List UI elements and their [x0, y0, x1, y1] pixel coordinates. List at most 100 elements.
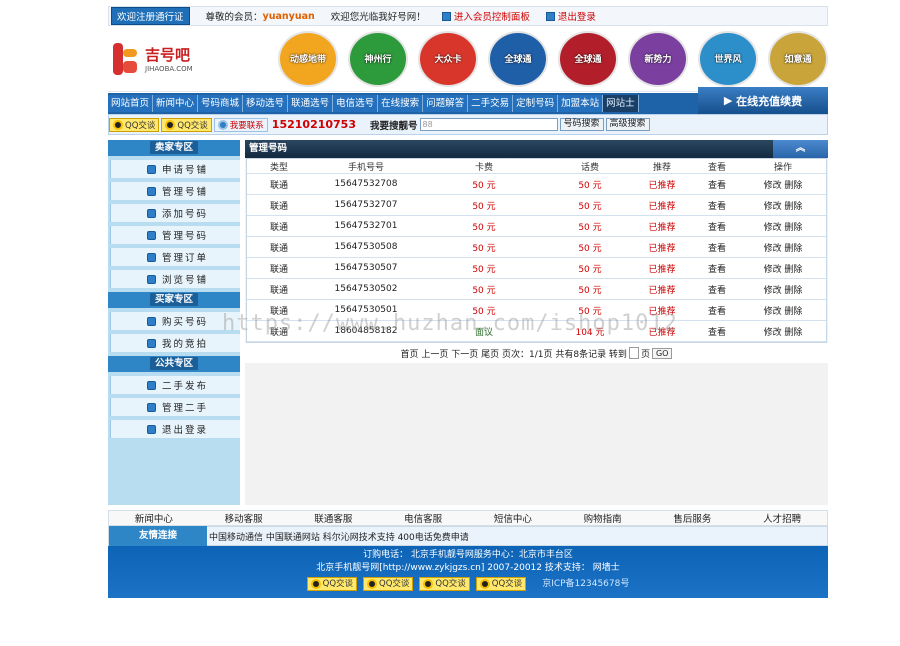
qq-chat-button[interactable]: QQ交谈 — [161, 117, 212, 132]
cell-recommend: 已推荐 — [648, 222, 676, 233]
view-link[interactable]: 查看 — [691, 283, 743, 296]
edit-delete-links[interactable]: 修改 删除 — [743, 262, 823, 275]
pagination: 首页 上一页 下一页 尾页 页次：1/1页 共有8条记录 转到 页 GO — [245, 343, 828, 363]
brand-logo[interactable]: 新势力 — [628, 30, 688, 87]
brand-logo[interactable]: 全球通 — [558, 30, 618, 87]
advanced-search-button[interactable]: 高级搜索 — [605, 118, 650, 131]
table-header: 类型 手机号号 卡费 话费 推荐 查看 操作 — [247, 159, 826, 174]
qq-icon — [367, 579, 378, 589]
brand-logo[interactable]: 如意通 — [768, 30, 828, 87]
sidebar-item[interactable]: 退出登录 — [110, 420, 240, 438]
edit-delete-links[interactable]: 修改 删除 — [743, 283, 823, 296]
nav-item[interactable]: 移动选号 — [243, 95, 289, 112]
sidebar-item[interactable]: 我的竞拍 — [110, 334, 240, 352]
footer-nav-item[interactable]: 新闻中心 — [135, 511, 173, 525]
qq-chat-button[interactable]: QQ交谈 — [306, 577, 358, 591]
edit-delete-links[interactable]: 修改 删除 — [743, 325, 823, 338]
panel-title: 管理号码 — [249, 143, 288, 154]
cell-recommend: 已推荐 — [648, 285, 676, 296]
friend-links-header: 友情连接 — [109, 526, 207, 546]
search-input[interactable]: 88 — [419, 118, 558, 131]
sidebar-item[interactable]: 添加号码 — [110, 204, 240, 222]
nav-item[interactable]: 网站士 — [603, 95, 639, 112]
edit-delete-links[interactable]: 修改 删除 — [743, 199, 823, 212]
contact-button[interactable]: 我要联系 — [213, 117, 268, 132]
sidebar-item[interactable]: 管理号码 — [110, 226, 240, 244]
footer-nav-item[interactable]: 购物指南 — [584, 511, 622, 525]
sidebar-item[interactable]: 管理号铺 — [110, 182, 240, 200]
nav-item[interactable]: 号码商城 — [198, 95, 244, 112]
edit-delete-links[interactable]: 修改 删除 — [743, 304, 823, 317]
brand-logo[interactable]: 神州行 — [348, 30, 408, 87]
cell-recommend: 已推荐 — [648, 201, 676, 212]
nav-item[interactable]: 加盟本站 — [558, 95, 604, 112]
nav-item[interactable]: 电信选号 — [333, 95, 379, 112]
nav-item[interactable]: 定制号码 — [513, 95, 559, 112]
view-link[interactable]: 查看 — [691, 325, 743, 338]
go-button[interactable]: GO — [651, 347, 673, 359]
footer-nav: 新闻中心 移动客服 联通客服 电信客服 短信中心 购物指南 售后服务 人才招聘 — [108, 510, 828, 526]
sidebar-item[interactable]: 管理订单 — [110, 248, 240, 266]
view-link[interactable]: 查看 — [691, 262, 743, 275]
edit-delete-links[interactable]: 修改 删除 — [743, 241, 823, 254]
brand-logo[interactable]: 动感地带 — [278, 30, 338, 87]
sidebar-section-header: 公共专区 — [108, 356, 240, 372]
cell-recommend: 已推荐 — [648, 180, 676, 191]
qq-icon — [479, 579, 490, 589]
footer-nav-item[interactable]: 电信客服 — [404, 511, 442, 525]
sidebar-item[interactable]: 购买号码 — [110, 312, 240, 330]
nav-item[interactable]: 新闻中心 — [153, 95, 199, 112]
collapse-icon[interactable]: ︽ — [773, 140, 828, 158]
column-header: 话费 — [580, 162, 599, 173]
sidebar-item[interactable]: 浏览号铺 — [110, 270, 240, 288]
column-header: 类型 — [269, 162, 288, 173]
footer-nav-item[interactable]: 移动客服 — [225, 511, 263, 525]
footer-nav-item[interactable]: 短信中心 — [494, 511, 532, 525]
page-input[interactable] — [628, 347, 639, 359]
view-link[interactable]: 查看 — [691, 178, 743, 191]
item-icon — [147, 338, 156, 348]
sidebar-item[interactable]: 二手发布 — [110, 376, 240, 394]
edit-delete-links[interactable]: 修改 删除 — [743, 178, 823, 191]
footer-line: 北京手机靓号网[http://www.zykjgzs.cn] 2007-2001… — [316, 563, 620, 573]
view-link[interactable]: 查看 — [691, 220, 743, 233]
register-link[interactable]: 欢迎注册通行证 — [111, 7, 190, 25]
brand-logo[interactable]: 大众卡 — [418, 30, 478, 87]
cell-phone-number: 15647530508 — [334, 242, 398, 252]
qq-chat-button[interactable]: QQ交谈 — [419, 577, 470, 591]
nav-item[interactable]: 网站首页 — [108, 95, 154, 112]
qq-chat-button[interactable]: QQ交谈 — [475, 577, 527, 591]
qq-chat-button[interactable]: QQ交谈 — [363, 577, 414, 591]
recharge-button[interactable]: ▶ 在线充值续费 — [698, 87, 828, 114]
friend-links: 友情连接 中国移动通信 中国联通网站 科尔沁网技术支持 400电话免费申请 — [108, 526, 828, 546]
nav-item[interactable]: 联通选号 — [288, 95, 334, 112]
cell-card-fee: 50 元 — [472, 201, 496, 212]
footer-nav-item[interactable]: 联通客服 — [314, 511, 352, 525]
search-button[interactable]: 号码搜索 — [559, 118, 604, 131]
sidebar-item[interactable]: 申请号铺 — [110, 160, 240, 178]
footer-nav-item[interactable]: 售后服务 — [673, 511, 711, 525]
qq-chat-button[interactable]: QQ交谈 — [109, 117, 160, 132]
view-link[interactable]: 查看 — [691, 241, 743, 254]
logout-link[interactable]: 退出登录 — [545, 9, 596, 23]
view-link[interactable]: 查看 — [691, 199, 743, 212]
sidebar-item[interactable]: 管理二手 — [110, 398, 240, 416]
user-icon — [217, 119, 228, 130]
nav-item[interactable]: 问题解答 — [423, 95, 469, 112]
cell-card-fee: 50 元 — [472, 264, 496, 275]
icp-number: 京ICP备12345678号 — [542, 578, 630, 589]
item-icon — [147, 402, 156, 412]
nav-item[interactable]: 二手交易 — [468, 95, 514, 112]
friend-links-text[interactable]: 中国移动通信 中国联通网站 科尔沁网技术支持 400电话免费申请 — [209, 530, 469, 543]
table-row: 联通 15647532708 50 元 50 元 已推荐 查看 修改 删除 — [247, 174, 826, 195]
control-panel-link[interactable]: 进入会员控制面板 — [441, 9, 530, 23]
site-logo[interactable]: 吉号吧 JIHAOBA.COM — [108, 39, 274, 79]
edit-delete-links[interactable]: 修改 删除 — [743, 220, 823, 233]
brand-logo[interactable]: 全球通 — [488, 30, 548, 87]
watermark: https://www.huzhan.com/ishop1012 — [222, 311, 678, 336]
view-link[interactable]: 查看 — [691, 304, 743, 317]
nav-item[interactable]: 在线搜索 — [378, 95, 424, 112]
sidebar-section-header: 卖家专区 — [108, 140, 240, 156]
footer-nav-item[interactable]: 人才招聘 — [763, 511, 801, 525]
brand-logo[interactable]: 世界风 — [698, 30, 758, 87]
